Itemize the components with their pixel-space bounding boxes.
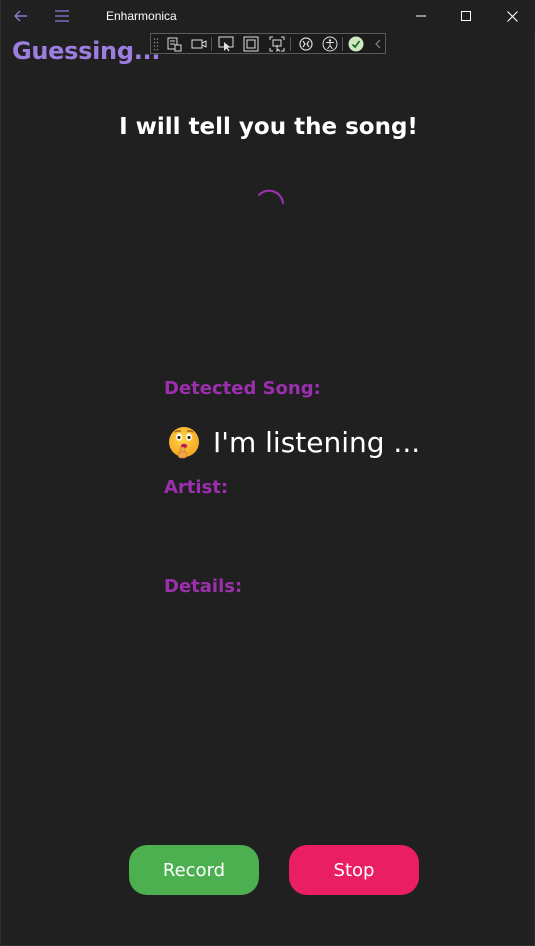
close-button[interactable]: [489, 0, 535, 32]
minimize-button[interactable]: [398, 0, 444, 32]
stop-button[interactable]: Stop: [289, 845, 419, 895]
page-subtitle: I will tell you the song!: [119, 114, 418, 140]
back-arrow-icon[interactable]: [11, 6, 31, 26]
toolbar-separator: [211, 37, 212, 51]
record-button[interactable]: Record: [129, 845, 259, 895]
debug-toolbar: [150, 33, 386, 54]
checkmark-status-icon[interactable]: [348, 36, 364, 52]
track-focused-element-icon[interactable]: [269, 36, 285, 52]
page-heading: Guessing...: [12, 37, 161, 65]
detected-song-value: I'm listening ...: [167, 422, 420, 462]
video-camera-icon[interactable]: [191, 36, 207, 52]
title-bar: Enharmonica: [1, 0, 535, 32]
window-title: Enharmonica: [106, 9, 177, 23]
collapse-chevron-left-icon[interactable]: [370, 36, 386, 52]
hamburger-menu-icon[interactable]: [52, 6, 72, 26]
display-layout-adorners-icon[interactable]: [243, 36, 259, 52]
detected-song-text: I'm listening ...: [213, 425, 421, 459]
maximize-icon: [461, 11, 471, 21]
toolbar-separator: [342, 37, 343, 51]
hot-reload-icon[interactable]: [298, 36, 314, 52]
accessibility-icon[interactable]: [322, 36, 338, 52]
minimize-icon: [416, 15, 426, 17]
select-element-icon[interactable]: [218, 36, 234, 52]
maximize-button[interactable]: [443, 0, 489, 32]
close-icon: [507, 11, 518, 22]
detected-song-label: Detected Song:: [164, 378, 321, 399]
artist-label: Artist:: [164, 477, 229, 498]
app-window: Enharmonica Guessing... I will tell you …: [0, 0, 535, 946]
toolbar-separator: [290, 37, 291, 51]
details-label: Details:: [164, 576, 243, 597]
live-visual-tree-icon[interactable]: [166, 36, 182, 52]
progress-ring-icon: [257, 189, 285, 205]
shushing-face-icon: [169, 427, 199, 459]
